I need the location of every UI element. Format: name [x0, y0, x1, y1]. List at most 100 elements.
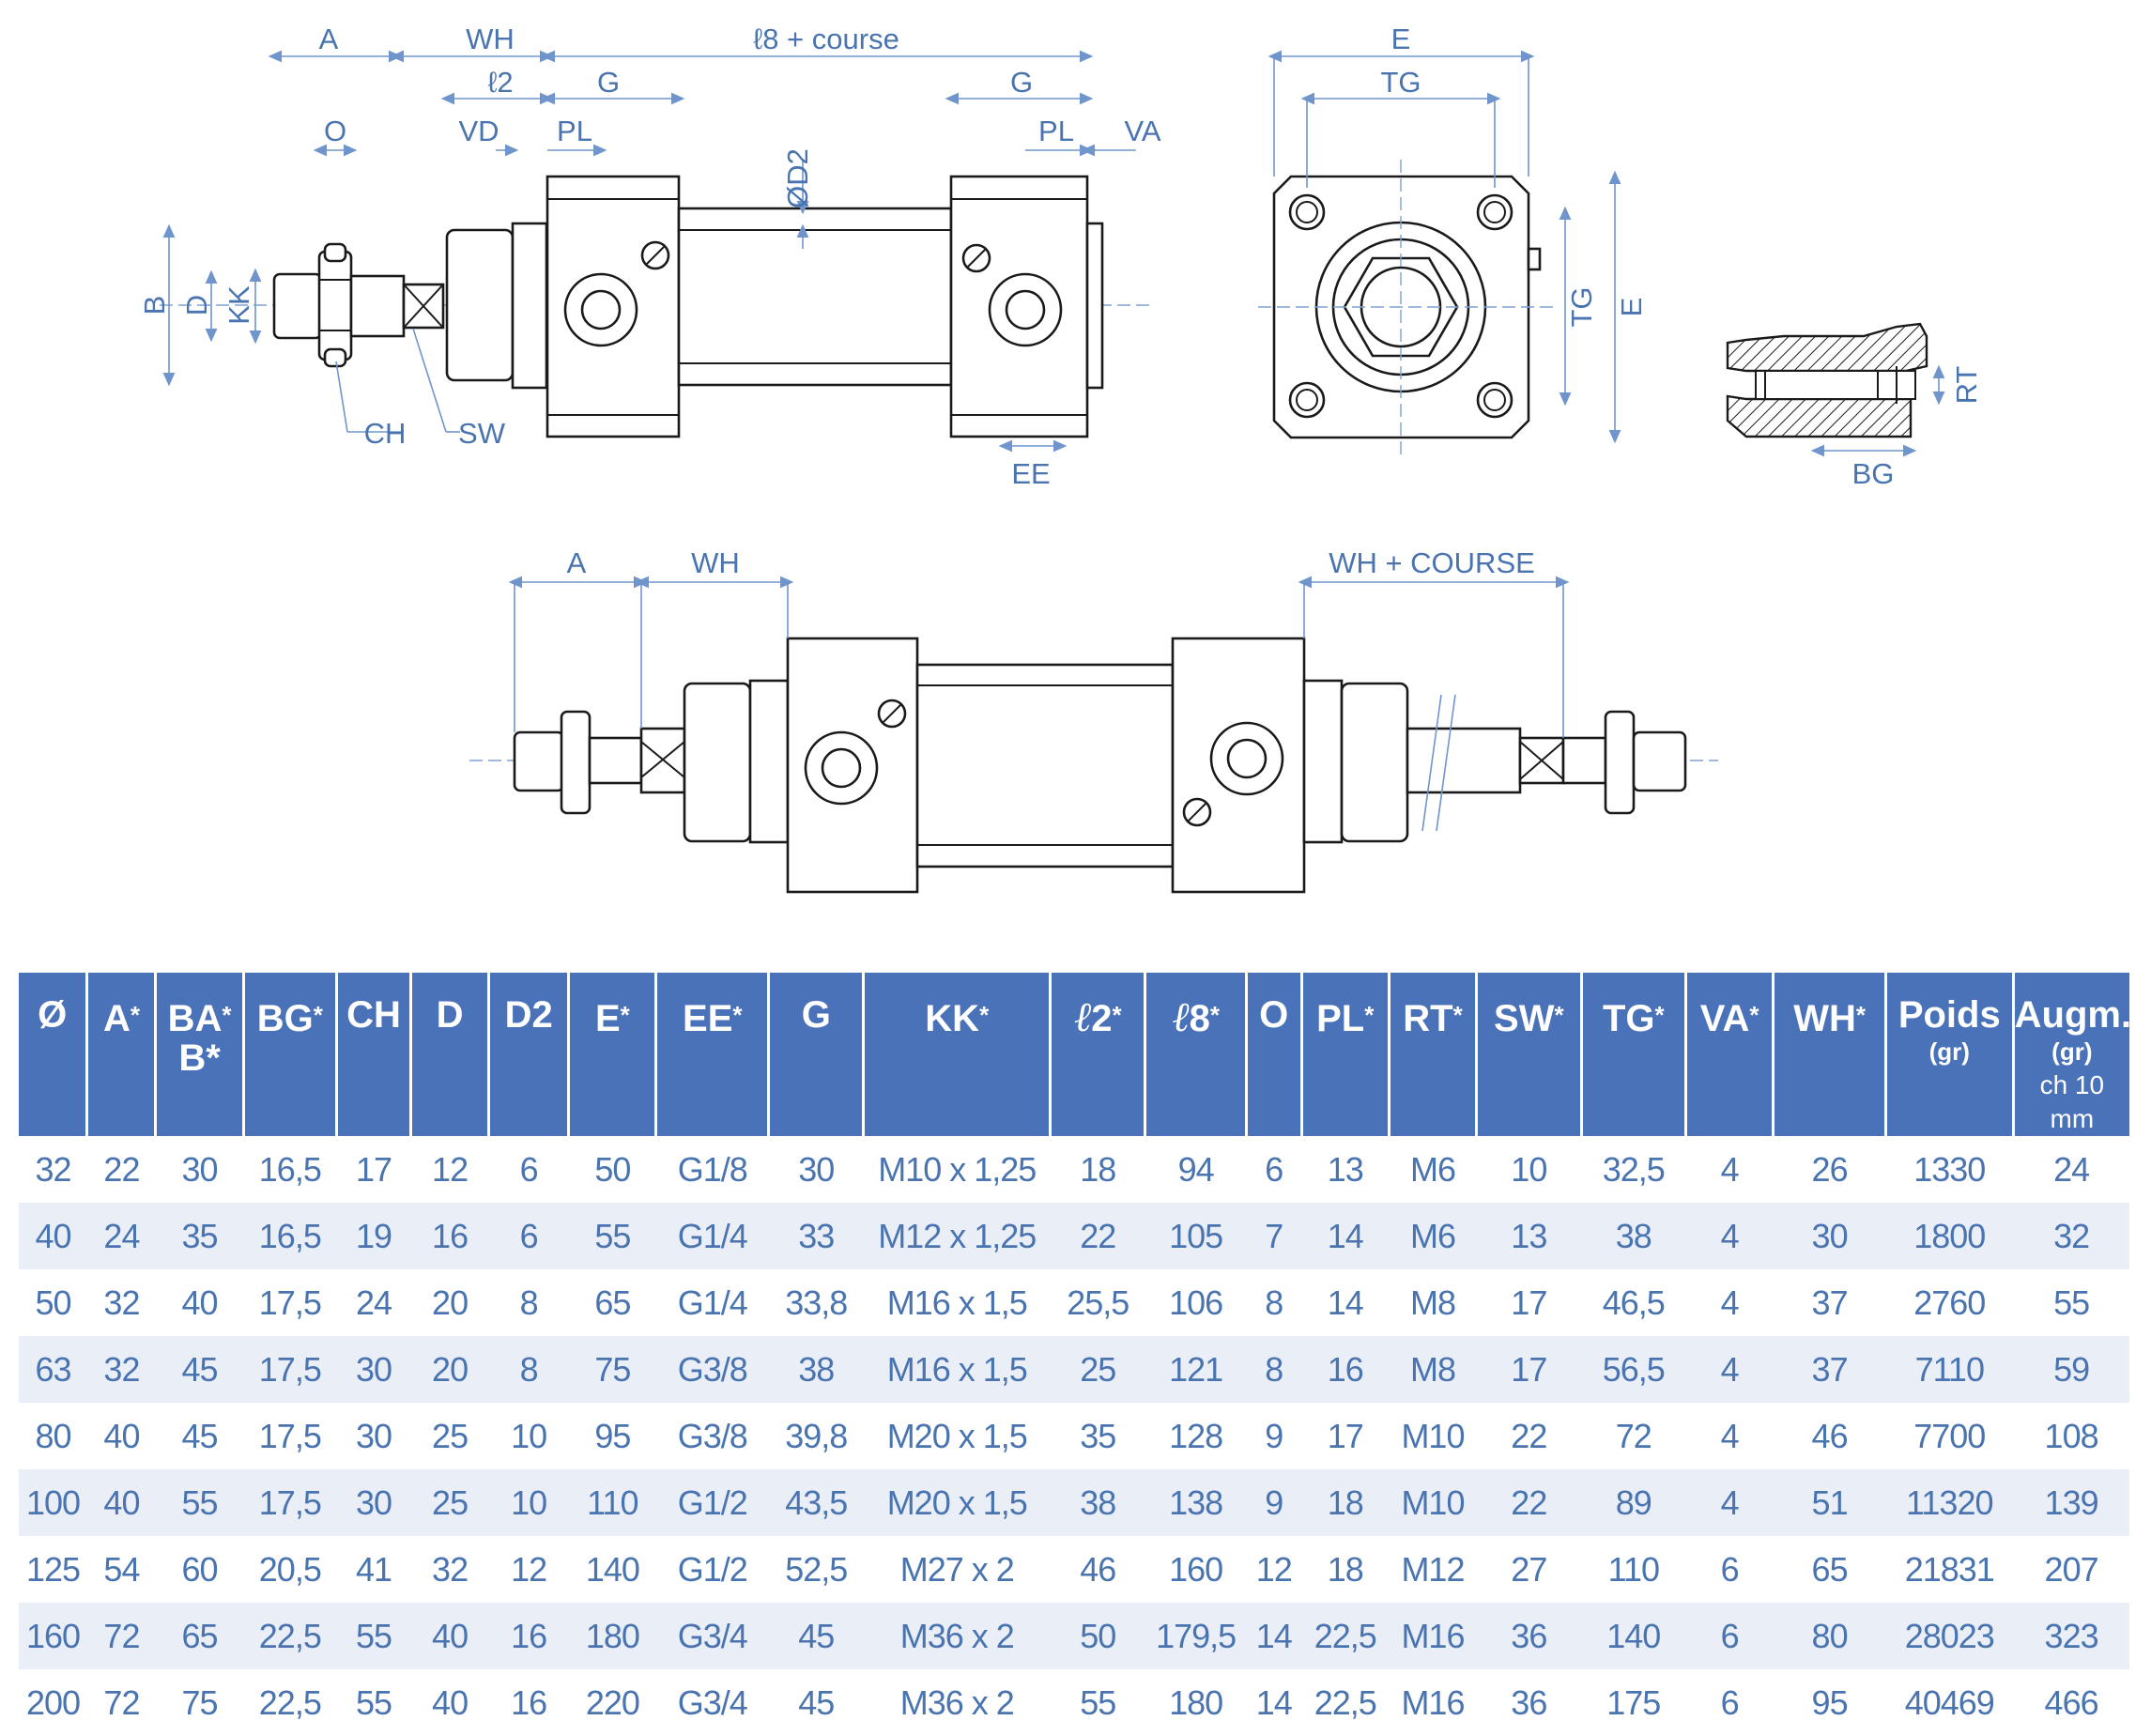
- table-cell: 12: [432, 1149, 469, 1189]
- table-cell: 17: [1476, 1336, 1582, 1403]
- table-cell: 16,5: [258, 1149, 322, 1189]
- table-cell: M20 x 1,5: [886, 1416, 1028, 1455]
- table-cell: 140: [585, 1549, 640, 1589]
- table-body: 32 22 30 16,5 17 12 6 50 G1/8 30 M10 x 1,25 18 94 6 13…: [19, 1136, 2129, 1736]
- table-cell: 63: [19, 1336, 87, 1403]
- table-cell: 30: [355, 1416, 392, 1455]
- table-cell: 7: [1246, 1203, 1302, 1269]
- header-label: D2: [490, 973, 567, 1035]
- table-cell: 54: [103, 1549, 140, 1589]
- header-label: RT*: [1390, 973, 1475, 1038]
- header-unit: (gr): [1928, 1037, 1970, 1066]
- table-cell: G1/4: [677, 1283, 748, 1322]
- table-cell: 65: [594, 1283, 631, 1322]
- table-cell: 40: [19, 1203, 87, 1269]
- table-cell: 20,5: [258, 1549, 322, 1589]
- table-cell: 1800: [1885, 1203, 2014, 1269]
- table-cell: 55: [1080, 1682, 1116, 1722]
- table-cell: 17,5: [258, 1416, 322, 1455]
- table-cell: 39,8: [785, 1416, 848, 1455]
- header-main: BA: [167, 998, 223, 1039]
- table-cell: M20 x 1,5: [863, 1469, 1051, 1536]
- header-label: ℓ2*: [1052, 973, 1144, 1039]
- table-cell: 100: [19, 1469, 87, 1536]
- table-cell: 105: [1145, 1203, 1247, 1269]
- table-cell: 40: [86, 1469, 156, 1536]
- table-cell: 40: [410, 1603, 489, 1669]
- table-cell: 4: [1685, 1469, 1774, 1536]
- table-cell: M6: [1409, 1149, 1456, 1189]
- table-cell: 28023: [1885, 1603, 2014, 1669]
- table-cell: 19: [336, 1203, 411, 1269]
- header-cell: D2: [488, 973, 571, 1136]
- table-cell: 14: [1246, 1603, 1302, 1669]
- table-cell: 65: [155, 1603, 244, 1669]
- table-cell: 16: [488, 1603, 569, 1669]
- label-WH-double: WH: [691, 546, 740, 579]
- label-A-double: A: [567, 546, 587, 579]
- label-D: D: [180, 295, 213, 315]
- table-cell: 1330: [1913, 1149, 1986, 1189]
- label-E-top: E: [1391, 23, 1411, 55]
- header-cell: ℓ8*: [1145, 973, 1248, 1136]
- table-cell: 10: [511, 1416, 547, 1455]
- header-note: ch 10 mm: [2039, 1070, 2105, 1133]
- header-label: VA*: [1687, 973, 1772, 1038]
- table-cell: 17,5: [258, 1283, 322, 1322]
- table-cell: 200: [25, 1682, 81, 1722]
- header-cell: E*: [568, 973, 658, 1136]
- table-cell: 50: [35, 1283, 71, 1322]
- table-cell: M36 x 2: [863, 1603, 1051, 1669]
- header-main: Ø: [38, 994, 68, 1036]
- table-cell: G3/8: [655, 1336, 769, 1403]
- table-cell: 32,5: [1602, 1149, 1666, 1189]
- table-cell: 17,5: [243, 1469, 337, 1536]
- header-main: D2: [504, 994, 553, 1036]
- table-cell: 160: [1169, 1549, 1223, 1589]
- table-cell: 38: [1581, 1203, 1686, 1269]
- table-cell: 55: [2053, 1283, 2090, 1322]
- table-cell: G1/2: [655, 1469, 769, 1536]
- table-cell: 8: [488, 1336, 569, 1403]
- table-cell: 51: [1773, 1469, 1886, 1536]
- header-star: *: [1654, 1001, 1665, 1029]
- table-cell: 9: [1265, 1416, 1283, 1455]
- dimensions-table: Ø A* BA* B* BG* CH D D2 E* EE* G KK* ℓ2* ℓ8* O PL* RT* SW…: [19, 973, 2131, 1736]
- end-view: E TG TG E: [1258, 23, 1648, 455]
- table-cell: 175: [1606, 1682, 1661, 1722]
- label-PL-left: PL: [557, 115, 592, 147]
- table-cell: 45: [181, 1416, 219, 1455]
- table-cell: 75: [181, 1682, 219, 1722]
- table-cell: 37: [1811, 1283, 1849, 1322]
- table-cell: 80: [1773, 1603, 1886, 1669]
- header-cell: BG*: [243, 973, 338, 1136]
- header-star: *: [1364, 1001, 1375, 1029]
- label-l8-course: ℓ8 + course: [753, 23, 899, 55]
- table-cell: 37: [1773, 1336, 1886, 1403]
- table-cell: 50: [594, 1149, 631, 1189]
- table-cell: 16,5: [243, 1203, 337, 1269]
- header-label: E*: [570, 973, 654, 1038]
- table-cell: M10: [1401, 1416, 1465, 1455]
- table-cell: M27 x 2: [899, 1549, 1015, 1589]
- table-cell: 25: [1050, 1336, 1145, 1403]
- header-cell: PL*: [1301, 973, 1390, 1136]
- header-label: BG*: [245, 973, 335, 1038]
- table-cell: 24: [2053, 1149, 2090, 1189]
- table-cell: 108: [2044, 1416, 2099, 1455]
- table-cell: 4: [1720, 1416, 1740, 1455]
- header-label: Poids: [1887, 973, 2012, 1035]
- table-cell: 24: [355, 1283, 392, 1322]
- table-row: 80 40 45 17,5 30 25 10 95 G3/8 39,8 M20 x 1,5 35 128…: [19, 1403, 2129, 1469]
- table-cell: 4: [1720, 1283, 1740, 1322]
- table-cell: M16: [1389, 1603, 1477, 1669]
- table-cell: 4: [1685, 1203, 1774, 1269]
- header-cell: WH*: [1773, 973, 1887, 1136]
- front-view: A WH ℓ8 + course ℓ2 G G O VD PL PL VA ØD…: [138, 23, 1161, 490]
- table-cell: G3/4: [655, 1603, 769, 1669]
- table-cell: 75: [568, 1336, 656, 1403]
- table-row: 40 24 35 16,5 19 16 6 55 G1/4 33 M12 x 1,25 22 105 7 1…: [19, 1203, 2129, 1269]
- header-star: *: [130, 1001, 140, 1029]
- table-cell: 45: [155, 1336, 244, 1403]
- table-cell: 180: [1169, 1682, 1223, 1722]
